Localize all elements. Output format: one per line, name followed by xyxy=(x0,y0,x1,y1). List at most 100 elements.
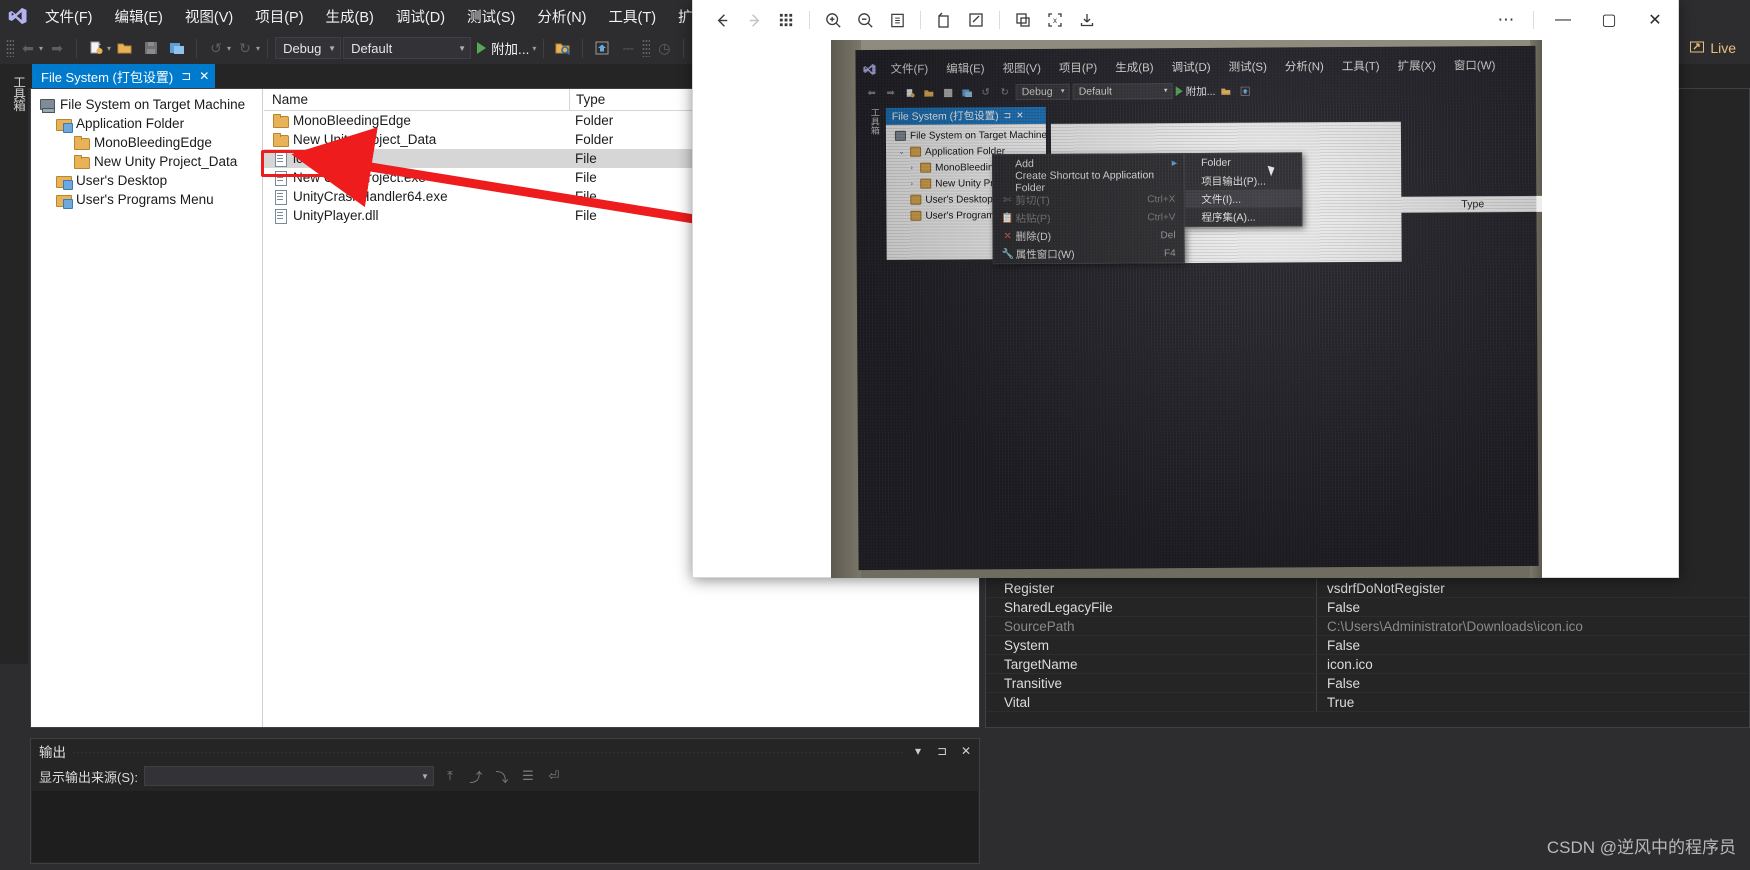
property-value[interactable]: C:\Users\Administrator\Downloads\icon.ic… xyxy=(1316,617,1749,635)
tree-node-new-unity-project-data[interactable]: New Unity Project_Data xyxy=(37,152,262,171)
home-icon[interactable] xyxy=(590,36,614,60)
rotate-icon[interactable] xyxy=(929,5,959,35)
thumbnails-grid-icon[interactable] xyxy=(771,5,801,35)
property-value[interactable]: False xyxy=(1316,674,1749,692)
tree-node-monobleedingedge[interactable]: MonoBleedingEdge xyxy=(37,133,262,152)
photo-visual-studio-logo-icon xyxy=(855,61,881,76)
tree-node-target-machine[interactable]: File System on Target Machine xyxy=(37,95,262,114)
menu-item-3[interactable]: 项目(P) xyxy=(244,2,314,31)
file-icon xyxy=(272,189,288,205)
start-debug-caret-icon[interactable]: ▾ xyxy=(532,44,536,53)
property-value[interactable]: True xyxy=(1316,693,1749,711)
go-to-next-message-icon[interactable]: ⤵ xyxy=(492,766,512,786)
photo-submenu-item-assembly: 程序集(A)... xyxy=(1185,207,1301,226)
menu-item-6[interactable]: 测试(S) xyxy=(456,2,526,31)
toolbar-grip-2[interactable] xyxy=(642,39,651,57)
close-icon[interactable]: ✕ xyxy=(199,70,209,82)
more-options-icon[interactable]: ⋯ xyxy=(1487,0,1527,40)
save-icon[interactable] xyxy=(139,36,163,60)
open-file-icon[interactable] xyxy=(113,36,137,60)
toggle-word-wrap-icon[interactable]: ⏎ xyxy=(544,766,564,786)
property-row[interactable]: SourcePath C:\Users\Administrator\Downlo… xyxy=(986,617,1749,636)
property-value[interactable]: False xyxy=(1316,598,1749,616)
file-name-cell: MonoBleedingEdge xyxy=(264,113,569,128)
document-tab-file-system[interactable]: File System (打包设置) ⊐ ✕ xyxy=(32,64,216,88)
save-icon[interactable] xyxy=(1072,5,1102,35)
menu-item-0[interactable]: 文件(F) xyxy=(34,2,104,31)
edit-icon[interactable] xyxy=(961,5,991,35)
close-icon[interactable]: ✕ xyxy=(957,744,975,758)
find-message-icon[interactable]: ⤒ xyxy=(440,766,460,786)
photo-context-menu-shortcut: Del xyxy=(1160,229,1176,241)
file-icon xyxy=(272,170,288,186)
property-value[interactable]: False xyxy=(1316,636,1749,654)
tree-node-application-folder[interactable]: Application Folder xyxy=(37,114,262,133)
solution-platform-combo[interactable]: Default ▼ xyxy=(343,37,472,59)
file-icon xyxy=(272,151,288,167)
chevron-down-icon: ▼ xyxy=(328,43,337,53)
solution-configuration-value: Debug xyxy=(283,40,322,56)
go-to-previous-message-icon[interactable]: ⤴ xyxy=(466,766,486,786)
toolbox-tab[interactable]: 工具箱 xyxy=(0,64,28,664)
property-row[interactable]: System False xyxy=(986,636,1749,655)
tree-node-label: New Unity Project_Data xyxy=(94,154,238,169)
menu-item-2[interactable]: 视图(V) xyxy=(174,2,244,31)
zoom-in-icon[interactable] xyxy=(818,5,848,35)
photo-viewer-canvas[interactable]: 文件(F) 编辑(E) 视图(V) 项目(P) 生成(B) 调试(D) 测试(S… xyxy=(693,40,1678,578)
property-value[interactable]: icon.ico xyxy=(1316,655,1749,673)
photo-configuration-value: Debug xyxy=(1021,85,1053,99)
solution-configuration-combo[interactable]: Debug ▼ xyxy=(275,37,342,59)
column-header-name[interactable]: Name xyxy=(264,92,569,107)
output-source-combo[interactable]: ▼ xyxy=(143,766,434,786)
output-pane-body[interactable] xyxy=(32,791,978,862)
maximize-button[interactable]: ▢ xyxy=(1586,0,1632,40)
minimize-button[interactable]: — xyxy=(1540,0,1586,40)
chevron-down-icon[interactable]: ▾ xyxy=(909,744,927,758)
menu-item-5[interactable]: 调试(D) xyxy=(385,2,456,31)
play-triangle-icon xyxy=(477,42,487,54)
duplicate-icon[interactable] xyxy=(1008,5,1038,35)
menu-item-7[interactable]: 分析(N) xyxy=(526,2,597,31)
menu-item-1[interactable]: 编辑(E) xyxy=(104,2,174,31)
pin-icon[interactable]: ⊐ xyxy=(181,70,191,82)
start-debug-button[interactable]: 附加... xyxy=(473,38,533,58)
toolbar-grip[interactable] xyxy=(6,39,14,57)
property-row[interactable]: SharedLegacyFile False xyxy=(986,598,1749,617)
photo-context-menu-item-delete: ✕ 删除(D) Del xyxy=(994,226,1184,245)
photo-column-header-type: Type xyxy=(1461,198,1485,211)
tree-node-users-programs-menu[interactable]: User's Programs Menu xyxy=(37,190,262,209)
back-arrow-icon[interactable] xyxy=(707,5,737,35)
solution-explorer-search-icon[interactable] xyxy=(551,36,575,60)
property-key: Transitive xyxy=(1004,675,1063,691)
property-row[interactable]: Vital True xyxy=(986,693,1749,712)
redo-icon[interactable]: ↻ xyxy=(233,36,257,60)
property-row[interactable]: Transitive False xyxy=(986,674,1749,693)
folder-special-icon xyxy=(55,116,73,133)
menu-item-4[interactable]: 生成(B) xyxy=(315,2,385,31)
pin-icon[interactable]: ⊐ xyxy=(933,744,951,758)
collapse-icon[interactable]: ⎓ xyxy=(616,36,640,60)
live-share-button[interactable]: Live xyxy=(1683,34,1742,62)
delete-x-icon: ✕ xyxy=(1003,230,1012,242)
history-clock-icon[interactable]: ◷ xyxy=(652,36,676,60)
photo-redo-icon: ↻ xyxy=(1000,86,1009,98)
zoom-out-icon[interactable] xyxy=(850,5,880,35)
new-project-icon[interactable] xyxy=(84,36,108,60)
property-row[interactable]: TargetName icon.ico xyxy=(986,655,1749,674)
navigate-forward-icon[interactable]: ➡ xyxy=(45,36,69,60)
menu-item-8[interactable]: 工具(T) xyxy=(598,2,668,31)
folder-icon xyxy=(910,146,922,157)
undo-icon[interactable]: ↺ xyxy=(204,36,228,60)
navigate-backward-icon[interactable]: ⬅ xyxy=(16,36,40,60)
fullscreen-icon[interactable]: x xyxy=(1040,5,1070,35)
clear-all-icon[interactable]: ☰ xyxy=(518,766,538,786)
property-value[interactable]: vsdrfDoNotRegister xyxy=(1316,579,1749,597)
tree-node-users-desktop[interactable]: User's Desktop xyxy=(37,171,262,190)
forward-arrow-icon[interactable] xyxy=(739,5,769,35)
close-button[interactable]: ✕ xyxy=(1632,0,1678,40)
property-row[interactable]: Register vsdrfDoNotRegister xyxy=(986,579,1749,598)
save-all-icon[interactable] xyxy=(165,36,189,60)
actual-size-icon[interactable] xyxy=(882,5,912,35)
folder-icon xyxy=(920,178,932,189)
photo-context-menu-item-paste: 📋 粘贴(P) Ctrl+V xyxy=(993,208,1183,227)
